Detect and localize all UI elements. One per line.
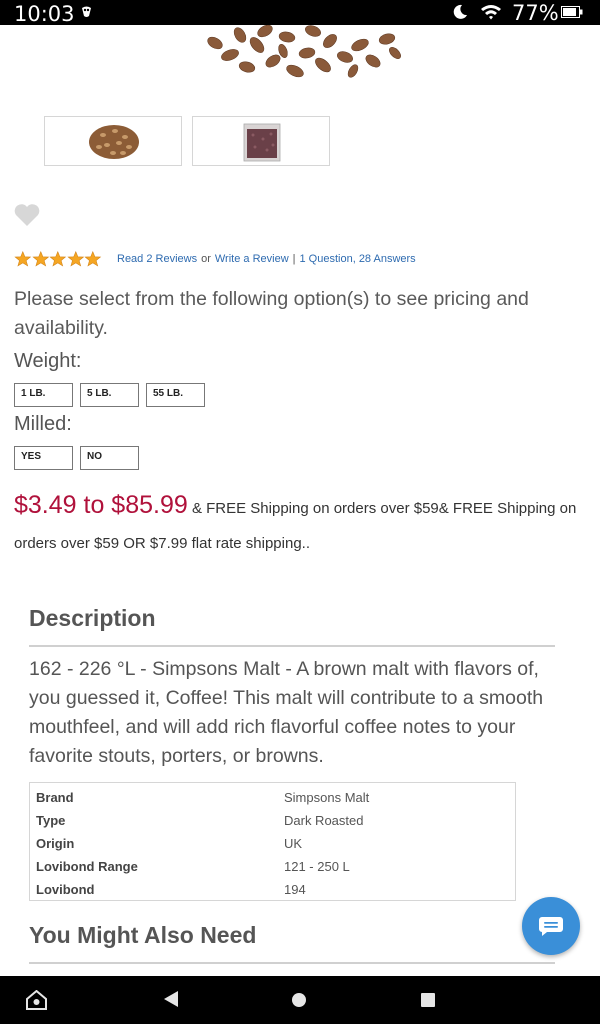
spec-value: UK — [284, 836, 303, 851]
star-icon — [67, 251, 84, 267]
thumbnail-bag[interactable] — [192, 116, 330, 166]
or-text: or — [201, 253, 211, 265]
spec-row: Brand Simpsons Malt — [30, 786, 515, 809]
spec-row: Origin UK — [30, 832, 515, 855]
home-app-icon[interactable] — [26, 990, 47, 1010]
battery-icon — [561, 6, 583, 18]
spec-key: Brand — [36, 790, 74, 805]
spec-value: 194 — [284, 882, 306, 897]
wifi-icon — [481, 5, 501, 20]
rating-row: Read 2 Reviews or Write a Review | 1 Que… — [14, 250, 416, 268]
star-icon — [14, 251, 32, 267]
description-text: 162 - 226 °L - Simpsons Malt - A brown m… — [29, 658, 544, 767]
spec-key: Lovibond Range — [36, 859, 138, 874]
star-icon — [31, 251, 49, 267]
specs-table: Brand Simpsons Malt Type Dark Roasted Or… — [29, 782, 516, 901]
malt-grains-thumbnail — [89, 125, 139, 159]
star-icon — [49, 251, 67, 267]
weight-label: Weight: — [14, 350, 82, 372]
thumbnail-grains[interactable] — [44, 116, 182, 166]
milled-label: Milled: — [14, 413, 72, 435]
select-options-message: Please select from the following option(… — [14, 288, 529, 339]
wishlist-heart-icon[interactable] — [13, 203, 41, 227]
weight-option-55lb[interactable]: 55 LB. — [146, 383, 205, 407]
spec-row: Type Dark Roasted — [30, 809, 515, 832]
milled-option-yes[interactable]: YES — [14, 446, 73, 470]
milled-option-no[interactable]: NO — [80, 446, 139, 470]
weight-options: 1 LB. 5 LB. 55 LB. — [14, 383, 212, 407]
spec-key: Type — [36, 813, 66, 828]
star-rating — [14, 251, 102, 267]
price-block: $3.49 to $85.99 & FREE Shipping on order… — [14, 488, 584, 561]
notification-icon — [82, 6, 91, 17]
read-reviews-link[interactable]: Read 2 Reviews — [117, 253, 197, 265]
status-time: 10:03 — [14, 2, 75, 26]
description-heading: Description — [29, 605, 156, 631]
separator: | — [292, 253, 296, 265]
home-icon[interactable] — [292, 993, 306, 1007]
recent-apps-icon[interactable] — [421, 993, 435, 1007]
malt-bag-thumbnail — [243, 123, 281, 162]
back-icon[interactable] — [164, 991, 178, 1007]
chat-button[interactable] — [522, 897, 580, 955]
weight-option-5lb[interactable]: 5 LB. — [80, 383, 139, 407]
price-range: $3.49 to $85.99 — [14, 491, 188, 519]
divider — [29, 962, 555, 964]
star-icon — [84, 251, 102, 267]
chat-icon — [539, 917, 563, 936]
spec-key: Origin — [36, 836, 75, 851]
spec-key: Lovibond — [36, 882, 95, 897]
also-need-heading: You Might Also Need — [29, 922, 257, 948]
spec-row: Lovibond Range 121 - 250 L — [30, 855, 515, 878]
divider — [29, 645, 555, 647]
do-not-disturb-moon-icon — [453, 4, 467, 19]
spec-row: Lovibond 194 — [30, 878, 515, 901]
spec-value: Simpsons Malt — [284, 790, 370, 805]
navigation-bar — [0, 976, 600, 1024]
battery-percent: 77% — [512, 1, 559, 25]
spec-value: Dark Roasted — [284, 813, 364, 828]
write-review-link[interactable]: Write a Review — [215, 253, 289, 265]
questions-link[interactable]: 1 Question, 28 Answers — [300, 253, 416, 265]
spec-value: 121 - 250 L — [284, 859, 350, 874]
weight-option-1lb[interactable]: 1 LB. — [14, 383, 73, 407]
milled-options: YES NO — [14, 446, 146, 470]
status-bar: 10:03 77% — [0, 0, 600, 26]
product-main-image[interactable] — [195, 25, 410, 81]
